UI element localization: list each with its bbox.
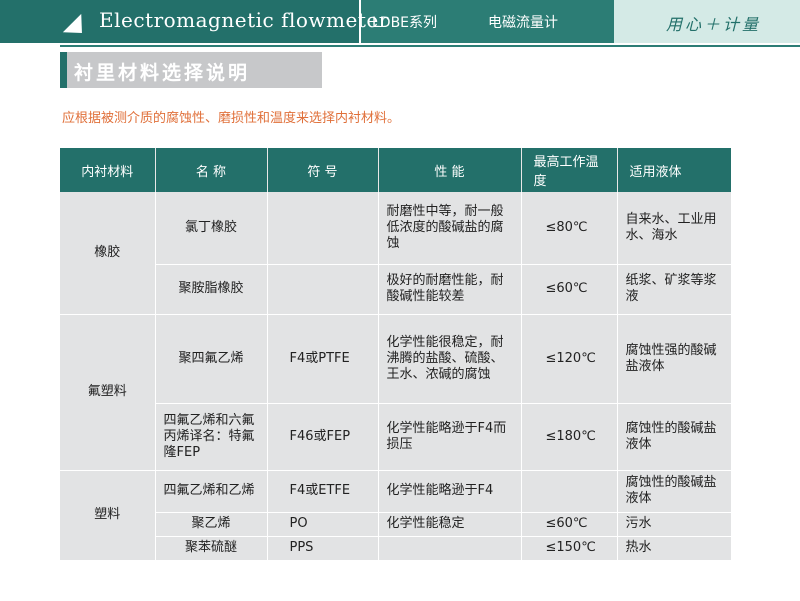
performance-cell: 化学性能略逊于F4而损压 — [378, 403, 522, 471]
header-series: LDBE系列 — [372, 15, 438, 31]
section-heading-marker — [60, 52, 67, 88]
header-underline — [60, 45, 800, 47]
temperature-cell: ≤60℃ — [521, 512, 618, 537]
name-cell: 聚胺脂橡胶 — [155, 264, 268, 315]
performance-cell — [378, 536, 522, 560]
name-cell: 聚四氟乙烯 — [155, 314, 268, 404]
temperature-cell: ≤120℃ — [521, 314, 618, 404]
header-product: 电磁流量计 — [488, 15, 558, 31]
temperature-cell: ≤60℃ — [521, 264, 618, 315]
table-row: 四氟乙烯和六氟丙烯译名：特氟隆FEP F46或FEP 化学性能略逊于F4而损压 … — [60, 403, 731, 471]
page-header: Electromagnetic flowmeter LDBE系列 电磁流量计 用… — [0, 0, 800, 47]
section-title: 衬里材料选择说明 — [74, 62, 251, 84]
column-header: 名 称 — [155, 148, 268, 192]
table-row: 塑料 四氟乙烯和乙烯 F4或ETFE 化学性能略逊于F4 腐蚀性的酸碱盐液体 — [60, 470, 731, 561]
symbol-cell: PPS — [267, 536, 379, 560]
column-header: 最高工作温度 — [521, 148, 618, 192]
performance-cell: 化学性能稳定 — [378, 512, 522, 537]
table-row: 聚乙烯 PO 化学性能稳定 ≤60℃ 污水 — [60, 512, 731, 537]
performance-cell: 耐磨性中等，耐一般低浓度的酸碱盐的腐蚀 — [378, 192, 522, 265]
table-row: 聚胺脂橡胶 极好的耐磨性能，耐酸碱性能较差 ≤60℃ 纸浆、矿浆等浆液 — [60, 264, 731, 315]
liquid-cell: 污水 — [617, 512, 731, 537]
material-group-cell: 塑料 — [60, 470, 156, 561]
column-header: 适用液体 — [617, 148, 731, 192]
material-group-cell: 氟塑料 — [60, 314, 156, 471]
lining-material-table: 内衬材料 名 称 符 号 性 能 最高工作温度 适用液体 橡胶 氯丁橡胶 耐磨性… — [60, 148, 731, 561]
name-cell: 四氟乙烯和六氟丙烯译名：特氟隆FEP — [155, 403, 268, 471]
column-header: 符 号 — [267, 148, 379, 192]
material-group-cell: 橡胶 — [60, 192, 156, 315]
temperature-cell: ≤150℃ — [521, 536, 618, 560]
liquid-cell: 腐蚀性的酸碱盐液体 — [617, 470, 731, 513]
name-cell: 四氟乙烯和乙烯 — [155, 470, 268, 513]
performance-cell: 极好的耐磨性能，耐酸碱性能较差 — [378, 264, 522, 315]
liquid-cell: 热水 — [617, 536, 731, 560]
liquid-cell: 自来水、工业用水、海水 — [617, 192, 731, 265]
symbol-cell: F4或ETFE — [267, 470, 379, 513]
table-row: 橡胶 氯丁橡胶 耐磨性中等，耐一般低浓度的酸碱盐的腐蚀 ≤80℃ 自来水、工业用… — [60, 192, 731, 315]
temperature-cell: ≤180℃ — [521, 403, 618, 471]
table-row: 氟塑料 聚四氟乙烯 F4或PTFE 化学性能很稳定，耐沸腾的盐酸、硫酸、王水、浓… — [60, 314, 731, 471]
name-cell: 聚苯硫醚 — [155, 536, 268, 560]
name-cell: 聚乙烯 — [155, 512, 268, 537]
header-slogan: 用心＋计量 — [666, 15, 762, 34]
header-title: Electromagnetic flowmeter — [99, 8, 389, 32]
column-header: 内衬材料 — [60, 148, 156, 192]
symbol-cell — [267, 192, 379, 265]
liquid-cell: 腐蚀性强的酸碱盐液体 — [617, 314, 731, 404]
column-header: 性 能 — [378, 148, 522, 192]
temperature-cell — [521, 470, 618, 513]
intro-text: 应根据被测介质的腐蚀性、磨损性和温度来选择内衬材料。 — [62, 111, 401, 126]
performance-cell: 化学性能很稳定，耐沸腾的盐酸、硫酸、王水、浓碱的腐蚀 — [378, 314, 522, 404]
liquid-cell: 纸浆、矿浆等浆液 — [617, 264, 731, 315]
temperature-cell: ≤80℃ — [521, 192, 618, 265]
symbol-cell: PO — [267, 512, 379, 537]
symbol-cell: F4或PTFE — [267, 314, 379, 404]
table-row: 聚苯硫醚 PPS ≤150℃ 热水 — [60, 536, 731, 560]
table-header-row: 内衬材料 名 称 符 号 性 能 最高工作温度 适用液体 — [60, 148, 731, 192]
symbol-cell — [267, 264, 379, 315]
performance-cell: 化学性能略逊于F4 — [378, 470, 522, 513]
symbol-cell: F46或FEP — [267, 403, 379, 471]
liquid-cell: 腐蚀性的酸碱盐液体 — [617, 403, 731, 471]
name-cell: 氯丁橡胶 — [155, 192, 268, 265]
